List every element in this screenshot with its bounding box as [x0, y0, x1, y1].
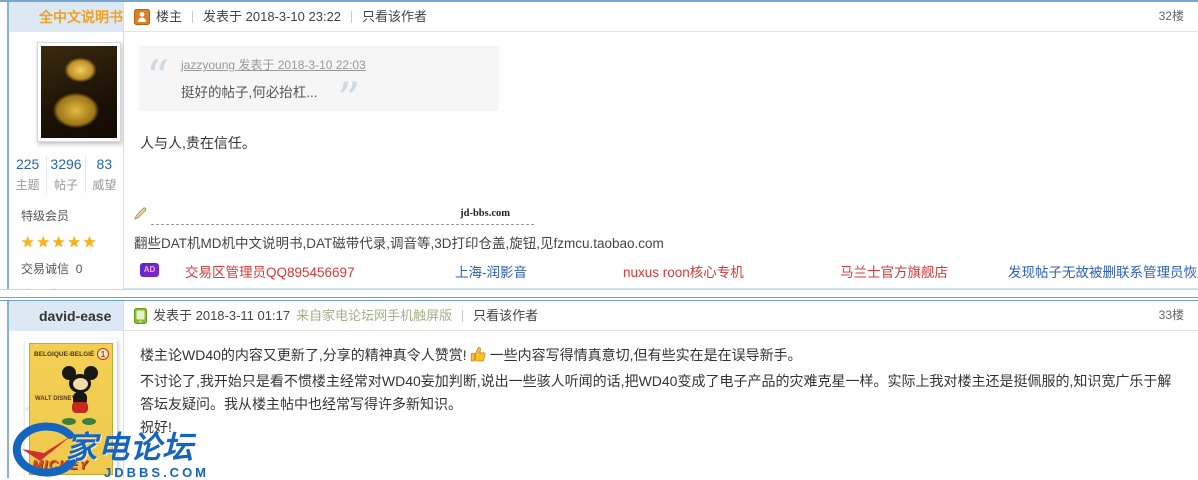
floor-number[interactable]: 32楼 — [1159, 2, 1184, 31]
forum-thread-page: 全中文说明书 225 主题 3296 帖子 83 威望 特级会员 ★★★★★ 交… — [0, 0, 1198, 480]
stat-prestige-label: 威望 — [92, 178, 117, 192]
author-details: 特级会员 ★★★★★ 交易诚信 0 注册时间 2011-12-4 — [9, 193, 123, 289]
floor-number[interactable]: 33楼 — [1159, 301, 1184, 330]
ad-link-nuxus-roon[interactable]: nuxus roon核心专机 — [623, 261, 744, 281]
post-33-header: 发表于 2018-3-11 01:17 来自家电论坛网手机触屏版 只看该作者 3… — [124, 301, 1198, 331]
site-brand-chinese: 家电论坛 — [66, 430, 194, 465]
ad-links-row: AD 交易区管理员QQ895456697 上海-润影音 nuxus roon核心… — [124, 261, 1198, 281]
only-author-link[interactable]: 只看该作者 — [473, 301, 538, 330]
close-quote-icon: ” — [337, 72, 361, 126]
stat-threads-label: 主题 — [15, 178, 40, 192]
member-level: 特级会员 — [21, 209, 70, 223]
trade-credit-label: 交易诚信 — [21, 262, 70, 276]
post-33-paragraph-3: 祝好! — [140, 419, 172, 435]
post-33-body: 楼主论WD40的内容又更新了,分享的精神真令人赞赏! 一些内容写得情真意切,但有些… — [124, 331, 1198, 439]
member-stars: ★★★★★ — [21, 234, 99, 251]
thumbs-up-icon — [470, 346, 487, 370]
separator — [351, 10, 353, 23]
ad-link-trade-admin[interactable]: 交易区管理员QQ895456697 — [185, 261, 355, 281]
stat-posts-label: 帖子 — [53, 178, 78, 192]
post-33-paragraph-1: 楼主论WD40的内容又更新了,分享的精神真令人赞赏! 一些内容写得情真意切,但有些… — [140, 344, 1178, 370]
mobile-phone-icon — [134, 307, 147, 324]
paragraph-1-text-a: 楼主论WD40的内容又更新了,分享的精神真令人赞赏! — [140, 347, 467, 363]
signature-pencil-icon — [134, 207, 147, 225]
post-33-main: 发表于 2018-3-11 01:17 来自家电论坛网手机触屏版 只看该作者 3… — [124, 301, 1198, 478]
signature-dash-line: jd-bbs.com — [151, 208, 534, 225]
paragraph-1-text-b: 一些内容写得情真意切,但有些实在是在误导新手。 — [489, 347, 802, 363]
post-33-paragraph-2: 不讨论了,我开始只是看不惯楼主经常对WD40妄加判断,说出一些骇人听闻的话,把W… — [140, 373, 1172, 412]
site-brand-domain: JDBBS.COM — [104, 465, 210, 480]
stat-posts-value[interactable]: 3296 — [47, 156, 84, 172]
post-32: 全中文说明书 225 主题 3296 帖子 83 威望 特级会员 ★★★★★ 交… — [0, 2, 1198, 290]
author-stats: 225 主题 3296 帖子 83 威望 — [9, 156, 123, 193]
post-time: 发表于 2018-3-11 01:17 — [153, 308, 291, 323]
open-quote-icon: “ — [146, 50, 170, 104]
thread-starter-badge-label: 楼主 — [156, 9, 183, 24]
post-gap — [0, 290, 1198, 297]
post-32-body: 人与人,贵在信任。 — [140, 135, 256, 151]
thread-starter-icon — [134, 8, 150, 25]
stat-threads: 225 主题 — [9, 156, 48, 193]
trade-credit-value: 0 — [75, 262, 83, 276]
author-username[interactable]: 全中文说明书 — [9, 2, 123, 32]
quote-source-link[interactable]: jazzyoung 发表于 2018-3-10 22:03 — [181, 58, 366, 72]
post-32-author-sidebar: 全中文说明书 225 主题 3296 帖子 83 威望 特级会员 ★★★★★ 交… — [7, 2, 124, 289]
quote-text: 挺好的帖子,何必抬杠... — [181, 85, 318, 100]
ad-badge-icon: AD — [140, 263, 159, 277]
site-logo-text: 家电论坛 JDBBS.COM — [66, 422, 209, 480]
ad-link-shanghai-audio[interactable]: 上海-润影音 — [455, 261, 527, 281]
stat-posts: 3296 帖子 — [47, 156, 86, 193]
stat-prestige: 83 威望 — [86, 156, 123, 193]
site-watermark-logo: 家电论坛 JDBBS.COM — [8, 422, 209, 480]
separator — [462, 309, 464, 322]
stat-threads-value[interactable]: 225 — [9, 156, 46, 172]
stamp-value-text: 1 — [97, 348, 109, 360]
quoted-message: “ ” jazzyoung 发表于 2018-3-10 22:03 挺好的帖子,… — [139, 46, 499, 122]
stamp-country-text: BELGIQUE-BELGIË — [34, 350, 95, 358]
ad-link-marantz-store[interactable]: 马兰士官方旗舰店 — [840, 261, 948, 281]
signature-text: 翻些DAT机MD机中文说明书,DAT磁带代录,调音等,3D打印仓盖,旋钮,见fz… — [134, 236, 664, 251]
author-username[interactable]: david-ease — [9, 301, 123, 331]
separator — [192, 10, 194, 23]
trade-credit: 交易诚信 0 — [21, 260, 123, 277]
stat-prestige-value[interactable]: 83 — [86, 156, 123, 172]
post-32-header: 楼主 发表于 2018-3-10 23:22 只看该作者 32楼 — [124, 2, 1198, 32]
signature-watermark: jd-bbs.com — [460, 208, 510, 219]
gold-ingots-avatar-image — [41, 46, 117, 138]
post-time: 发表于 2018-3-10 23:22 — [203, 9, 342, 24]
ad-link-restore-post[interactable]: 发现帖子无故被删联系管理员恢复 — [1008, 261, 1198, 281]
only-author-link[interactable]: 只看该作者 — [362, 2, 427, 31]
author-avatar[interactable] — [37, 42, 121, 142]
post-32-main: 楼主 发表于 2018-3-10 23:22 只看该作者 32楼 “ ” jaz… — [124, 2, 1198, 289]
signature-divider: jd-bbs.com — [134, 207, 534, 225]
post-device-source[interactable]: 来自家电论坛网手机触屏版 — [296, 301, 452, 330]
